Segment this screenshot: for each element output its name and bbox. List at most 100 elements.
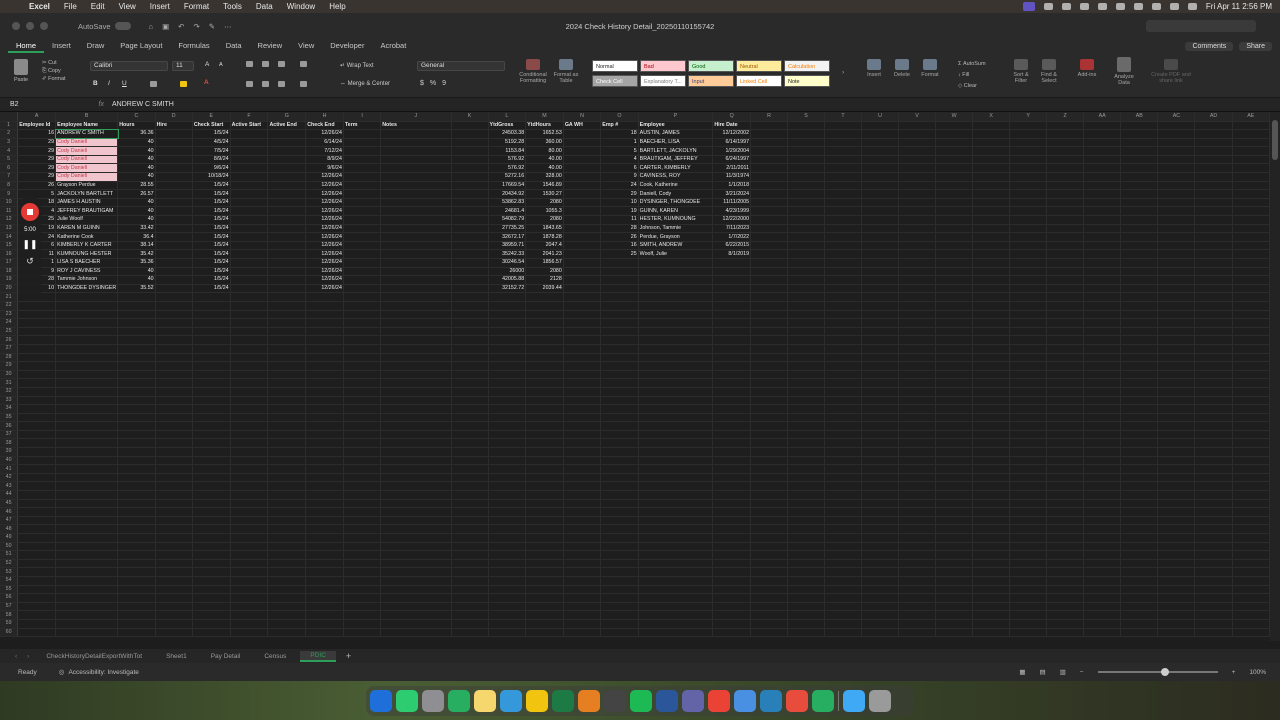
cell[interactable]	[750, 121, 789, 131]
cell[interactable]	[192, 301, 231, 311]
fill-color-icon[interactable]	[180, 81, 187, 89]
cell[interactable]	[230, 361, 269, 371]
cell[interactable]	[1046, 387, 1085, 397]
cell[interactable]: Emp #	[600, 121, 639, 131]
cell[interactable]	[787, 464, 826, 474]
notes-icon[interactable]	[474, 690, 496, 712]
cell[interactable]	[1194, 559, 1233, 569]
cell[interactable]	[935, 387, 974, 397]
cell[interactable]	[1083, 456, 1122, 466]
cell[interactable]	[230, 387, 269, 397]
cell[interactable]: 1856.57	[525, 258, 564, 268]
cell[interactable]	[525, 593, 564, 603]
cell[interactable]	[898, 232, 937, 242]
cell[interactable]	[55, 301, 119, 311]
cell[interactable]	[192, 318, 231, 328]
cell[interactable]	[1046, 181, 1085, 191]
cell[interactable]	[17, 628, 57, 638]
cell[interactable]	[117, 370, 156, 380]
cell[interactable]	[230, 344, 269, 354]
cell[interactable]	[787, 438, 826, 449]
cell[interactable]: 24	[600, 181, 639, 191]
cell[interactable]: 2039.44	[525, 284, 564, 294]
cell[interactable]	[343, 318, 382, 328]
cell[interactable]	[638, 404, 714, 414]
cell[interactable]	[972, 163, 1011, 174]
cell[interactable]	[155, 318, 193, 328]
cell[interactable]	[563, 318, 602, 328]
cell[interactable]	[1120, 344, 1159, 354]
cell[interactable]	[638, 387, 714, 397]
cell[interactable]	[972, 559, 1011, 569]
cell[interactable]	[343, 292, 382, 302]
cell[interactable]	[600, 292, 639, 302]
minimize-window-button[interactable]	[26, 22, 34, 30]
cell[interactable]	[230, 146, 269, 156]
cell[interactable]	[824, 387, 863, 397]
cell[interactable]	[824, 241, 863, 251]
cell[interactable]	[1232, 327, 1270, 337]
cell[interactable]	[861, 249, 900, 259]
cell[interactable]: BAECHER, LISA	[638, 138, 714, 148]
cell[interactable]	[563, 585, 602, 595]
cell[interactable]	[1232, 318, 1270, 328]
cell[interactable]	[1157, 602, 1196, 612]
orientation-icon[interactable]	[300, 61, 307, 69]
cell[interactable]	[55, 464, 119, 474]
cell[interactable]	[55, 310, 119, 320]
row-header[interactable]: 33	[0, 396, 19, 406]
cell[interactable]	[861, 533, 900, 543]
cell[interactable]	[1157, 138, 1196, 148]
cell[interactable]	[305, 421, 344, 431]
cell[interactable]	[638, 524, 714, 534]
cell[interactable]	[824, 413, 863, 423]
cell[interactable]	[1232, 387, 1270, 397]
cell[interactable]: 26	[17, 181, 57, 191]
cell[interactable]	[230, 404, 269, 414]
cell[interactable]	[1009, 163, 1048, 174]
cell[interactable]	[525, 421, 564, 431]
cell[interactable]	[230, 232, 269, 242]
row-header[interactable]: 19	[0, 275, 19, 285]
cell[interactable]	[638, 516, 714, 526]
cell[interactable]	[638, 353, 714, 363]
cell[interactable]	[750, 378, 789, 388]
cell[interactable]	[267, 327, 307, 337]
cell[interactable]	[1157, 387, 1196, 397]
cell[interactable]	[343, 189, 382, 199]
cell[interactable]	[1157, 335, 1196, 345]
cell[interactable]	[824, 284, 863, 294]
cell[interactable]	[935, 353, 974, 363]
cell[interactable]: 12/26/24	[305, 232, 344, 242]
cell[interactable]	[192, 292, 231, 302]
cell[interactable]: 19	[600, 206, 639, 217]
cell[interactable]	[1009, 232, 1048, 242]
cell[interactable]	[155, 370, 193, 380]
format-cells-button[interactable]: Format	[918, 59, 942, 78]
cell[interactable]	[1194, 275, 1233, 285]
cell[interactable]: BARTLETT, JACKOLYN	[638, 146, 714, 156]
menu-window[interactable]: Window	[280, 2, 322, 11]
cell[interactable]	[230, 163, 269, 174]
cell[interactable]	[861, 542, 900, 552]
cell[interactable]	[192, 585, 231, 595]
cell[interactable]	[1232, 430, 1270, 440]
cell[interactable]	[563, 198, 602, 208]
cell[interactable]	[600, 456, 639, 466]
cell[interactable]	[155, 163, 193, 174]
column-header[interactable]: Z	[1046, 112, 1085, 122]
menu-tools[interactable]: Tools	[216, 2, 249, 11]
cell[interactable]: 2080	[525, 198, 564, 208]
merge-center-button[interactable]: ⇔ Merge & Center	[340, 81, 390, 87]
column-header[interactable]: A	[17, 112, 57, 122]
column-header[interactable]: D	[155, 112, 193, 122]
zoom-out-icon[interactable]: −	[1080, 669, 1084, 676]
cell[interactable]	[451, 284, 489, 294]
cell[interactable]	[343, 567, 382, 577]
cell[interactable]	[380, 224, 452, 234]
cell[interactable]	[1009, 628, 1048, 638]
cell[interactable]	[55, 378, 119, 388]
cell[interactable]	[55, 413, 119, 423]
cell[interactable]	[267, 370, 307, 380]
cell[interactable]	[380, 542, 452, 552]
